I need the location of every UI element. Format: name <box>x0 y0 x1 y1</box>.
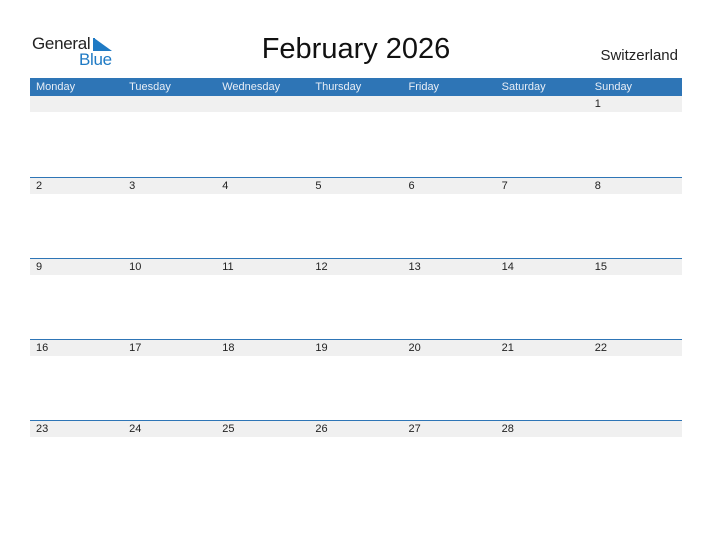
country-label: Switzerland <box>600 47 678 64</box>
day-cell[interactable]: 26 <box>309 421 402 437</box>
day-cell[interactable]: 18 <box>216 340 309 356</box>
day-cell[interactable] <box>123 96 216 112</box>
weekday-wednesday: Wednesday <box>222 81 281 93</box>
week-row-4: 16 17 18 19 20 21 22 <box>30 339 682 421</box>
day-cell[interactable] <box>589 421 682 437</box>
day-cell[interactable]: 15 <box>589 259 682 275</box>
day-cell[interactable]: 24 <box>123 421 216 437</box>
weekday-monday: Monday <box>36 81 76 93</box>
day-cell[interactable]: 14 <box>496 259 589 275</box>
weekday-thursday: Thursday <box>315 81 362 93</box>
weekday-saturday: Saturday <box>501 81 546 93</box>
day-cell[interactable] <box>496 96 589 112</box>
week-row-2: 2 3 4 5 6 7 8 <box>30 177 682 259</box>
date-strip: 2 3 4 5 6 7 8 <box>30 178 682 194</box>
day-cell[interactable]: 6 <box>403 178 496 194</box>
weekday-tuesday: Tuesday <box>129 81 171 93</box>
day-cell[interactable] <box>309 96 402 112</box>
day-cell[interactable]: 23 <box>30 421 123 437</box>
day-cell[interactable]: 20 <box>403 340 496 356</box>
day-cell[interactable]: 17 <box>123 340 216 356</box>
weekday-friday: Friday <box>408 81 440 93</box>
date-strip: 23 24 25 26 27 28 <box>30 421 682 437</box>
day-cell[interactable]: 25 <box>216 421 309 437</box>
day-cell[interactable]: 11 <box>216 259 309 275</box>
day-cell[interactable]: 13 <box>403 259 496 275</box>
date-strip: 1 <box>30 96 682 112</box>
day-cell[interactable] <box>30 96 123 112</box>
week-row-3: 9 10 11 12 13 14 15 <box>30 258 682 340</box>
day-cell[interactable]: 10 <box>123 259 216 275</box>
day-cell[interactable]: 16 <box>30 340 123 356</box>
day-cell[interactable] <box>403 96 496 112</box>
week-row-1: 1 <box>30 96 682 177</box>
day-cell[interactable]: 8 <box>589 178 682 194</box>
day-cell[interactable]: 1 <box>589 96 682 112</box>
day-cell[interactable]: 27 <box>403 421 496 437</box>
day-cell[interactable]: 22 <box>589 340 682 356</box>
weekday-header: Monday Tuesday Wednesday Thursday Friday… <box>30 78 682 96</box>
date-strip: 16 17 18 19 20 21 22 <box>30 340 682 356</box>
day-cell[interactable]: 19 <box>309 340 402 356</box>
day-cell[interactable]: 2 <box>30 178 123 194</box>
day-cell[interactable]: 28 <box>496 421 589 437</box>
day-cell[interactable] <box>216 96 309 112</box>
day-cell[interactable]: 3 <box>123 178 216 194</box>
day-cell[interactable]: 5 <box>309 178 402 194</box>
date-strip: 9 10 11 12 13 14 15 <box>30 259 682 275</box>
weekday-sunday: Sunday <box>594 81 633 93</box>
week-row-5: 23 24 25 26 27 28 <box>30 420 682 502</box>
day-cell[interactable]: 9 <box>30 259 123 275</box>
day-cell[interactable]: 12 <box>309 259 402 275</box>
day-cell[interactable]: 4 <box>216 178 309 194</box>
day-cell[interactable]: 21 <box>496 340 589 356</box>
day-cell[interactable]: 7 <box>496 178 589 194</box>
